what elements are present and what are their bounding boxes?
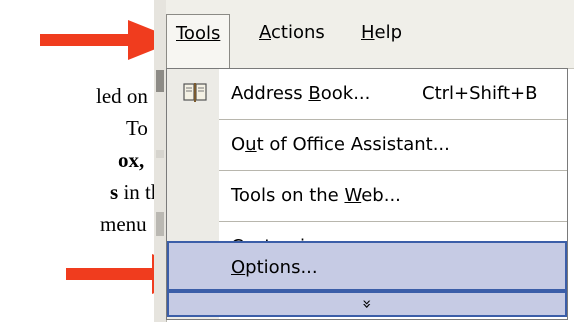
doc-line-4-bold: s (110, 180, 119, 204)
edge-mark (156, 70, 164, 92)
menu-item-out-of-office[interactable]: Out of Office Assistant... (167, 120, 567, 170)
menu-help-label: Help (361, 22, 403, 43)
edge-mark (156, 150, 164, 158)
doc-line-2: To (126, 116, 148, 140)
menu-item-label: Out of Office Assistant... (231, 134, 450, 155)
menu-bar: Tools Actions Help (166, 0, 574, 69)
menu-item-label: Tools on the Web... (231, 185, 401, 206)
menu-tools-label: Tools (176, 23, 221, 44)
menu-item-address-book[interactable]: Address Book... Ctrl+Shift+B (167, 69, 567, 119)
menu-item-options[interactable]: Options... (167, 241, 567, 291)
menu-actions[interactable]: Actions (250, 14, 334, 52)
menu-help[interactable]: Help (352, 14, 411, 52)
menu-actions-label: Actions (259, 22, 325, 43)
menu-tools[interactable]: Tools (166, 14, 231, 69)
edge-mark (156, 212, 164, 236)
menu-item-tools-on-web[interactable]: Tools on the Web... (167, 171, 567, 221)
menu-expand-button[interactable]: » (167, 291, 567, 317)
tools-dropdown-menu: Address Book... Ctrl+Shift+B Out of Offi… (166, 68, 568, 320)
doc-line-1: led on (96, 84, 148, 108)
doc-line-5: menu (100, 212, 147, 236)
menu-item-shortcut: Ctrl+Shift+B (422, 83, 538, 104)
chevron-double-down-icon: » (357, 299, 377, 309)
address-book-icon (183, 83, 207, 102)
menu-item-label: Address Book... (231, 83, 371, 104)
menu-item-label: Options... (231, 257, 318, 278)
doc-line-3: ox, (118, 148, 145, 172)
outlook-window: Tools Actions Help Address Book... Ctrl+… (154, 0, 574, 322)
